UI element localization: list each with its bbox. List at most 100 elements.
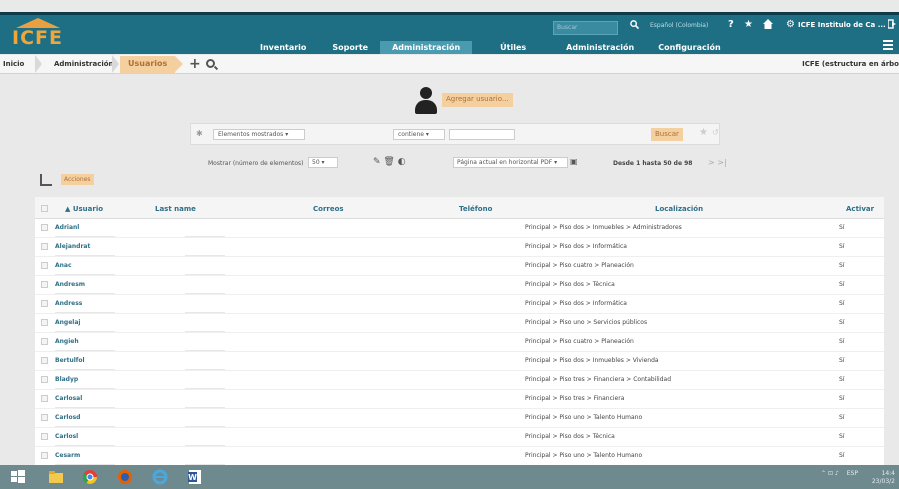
- search-icon[interactable]: [206, 59, 215, 68]
- nav-inventario[interactable]: Inventario: [248, 41, 318, 54]
- star-icon[interactable]: ★: [744, 19, 753, 31]
- top-bar: ICFE Buscar Español (Colombia) ? ★ ⚙ ICF…: [0, 12, 899, 54]
- nav-soporte[interactable]: Soporte: [318, 41, 380, 54]
- language-indicator[interactable]: ESP: [847, 470, 858, 477]
- operator-select[interactable]: contiene ▾: [393, 129, 445, 140]
- export-select[interactable]: Página actual en horizontal PDF ▾: [453, 157, 568, 168]
- logout-icon[interactable]: [887, 19, 897, 33]
- cell-usuario[interactable]: Carlosal: [55, 395, 82, 402]
- row-checkbox[interactable]: [41, 376, 48, 383]
- search-button[interactable]: Buscar: [651, 128, 683, 141]
- firefox-icon[interactable]: [117, 469, 133, 485]
- logo-text: ICFE: [12, 27, 63, 49]
- cell-usuario[interactable]: Alejandrat: [55, 243, 90, 250]
- col-localizacion[interactable]: Localización: [655, 205, 703, 213]
- table-row[interactable]: Carlosd Principal > Piso uno > Talento Hu…: [35, 409, 884, 428]
- volume-icon[interactable]: ♪: [835, 470, 839, 477]
- search-input[interactable]: Buscar: [553, 21, 618, 35]
- row-checkbox[interactable]: [41, 224, 48, 231]
- breadcrumb-administracion[interactable]: Administración: [54, 60, 114, 68]
- breadcrumb-inicio[interactable]: Inicio: [3, 60, 24, 68]
- per-page-select[interactable]: 50 ▾: [308, 157, 338, 168]
- language-selector[interactable]: Español (Colombia): [650, 22, 708, 29]
- row-checkbox[interactable]: [41, 452, 48, 459]
- search-icon[interactable]: [630, 20, 640, 33]
- filter-options-icon[interactable]: ✱: [196, 129, 203, 138]
- field-select[interactable]: Elementos mostrados ▾: [213, 129, 305, 140]
- cell-usuario[interactable]: Angelaj: [55, 319, 80, 326]
- col-last-name[interactable]: Last name: [155, 205, 196, 213]
- table-row[interactable]: Bertulfol Principal > Piso dos > Inmueble…: [35, 352, 884, 371]
- table-row[interactable]: Andress Principal > Piso dos > Informátic…: [35, 295, 884, 314]
- nav-utiles[interactable]: Útiles: [472, 41, 554, 54]
- table-row[interactable]: Andresm Principal > Piso dos > Técnica Sí: [35, 276, 884, 295]
- user-link[interactable]: ICFE Institulo de Ca ...: [798, 21, 886, 29]
- clock[interactable]: 14:4 23/03/2: [872, 470, 895, 486]
- row-checkbox[interactable]: [41, 414, 48, 421]
- row-checkbox[interactable]: [41, 395, 48, 402]
- row-checkbox[interactable]: [41, 281, 48, 288]
- cell-usuario[interactable]: Angieh: [55, 338, 79, 345]
- table-row[interactable]: Anac Principal > Piso cuatro > Planeación…: [35, 257, 884, 276]
- row-checkbox[interactable]: [41, 243, 48, 250]
- row-checkbox[interactable]: [41, 300, 48, 307]
- table-row[interactable]: Cesarm Principal > Piso uno > Talento Hum…: [35, 447, 884, 466]
- cell-usuario[interactable]: Bladyp: [55, 376, 78, 383]
- export-icon[interactable]: ▣: [570, 157, 578, 166]
- table-row[interactable]: Adrianl Principal > Piso dos > Inmuebles …: [35, 219, 884, 238]
- add-user-button[interactable]: Agregar usuario...: [442, 93, 513, 107]
- row-checkbox[interactable]: [41, 433, 48, 440]
- gear-icon[interactable]: ⚙: [786, 19, 795, 31]
- table-row[interactable]: Carlosal Principal > Piso tres > Financie…: [35, 390, 884, 409]
- reset-icon[interactable]: ↺: [712, 128, 719, 137]
- table-row[interactable]: Carlosl Principal > Piso dos > Técnica Sí: [35, 428, 884, 447]
- cell-usuario[interactable]: Cesarm: [55, 452, 80, 459]
- col-usuario[interactable]: ▲ Usuario: [65, 205, 103, 213]
- bookmark-star-icon[interactable]: ★: [699, 127, 708, 138]
- cell-localizacion: Principal > Piso dos > Informática: [525, 300, 627, 307]
- cell-usuario[interactable]: Carlosd: [55, 414, 80, 421]
- cell-divider: [185, 388, 225, 389]
- toggle-icon[interactable]: ◐: [398, 157, 406, 167]
- breadcrumb-usuarios[interactable]: Usuarios: [120, 56, 184, 73]
- row-checkbox[interactable]: [41, 357, 48, 364]
- col-correos[interactable]: Correos: [313, 205, 344, 213]
- cell-usuario[interactable]: Andress: [55, 300, 82, 307]
- actions-button[interactable]: Acciones: [61, 174, 94, 185]
- wrench-icon[interactable]: ✎: [373, 157, 381, 167]
- icfe-logo[interactable]: ICFE: [10, 18, 64, 54]
- cell-usuario[interactable]: Bertulfol: [55, 357, 85, 364]
- select-all-checkbox[interactable]: [41, 205, 48, 212]
- cell-usuario[interactable]: Andresm: [55, 281, 85, 288]
- cell-usuario[interactable]: Adrianl: [55, 224, 79, 231]
- nav-administracion[interactable]: Administración: [380, 41, 473, 54]
- col-activar[interactable]: Activar: [846, 205, 874, 213]
- table-row[interactable]: Bladyp Principal > Piso tres > Financiera…: [35, 371, 884, 390]
- cell-usuario[interactable]: Carlosl: [55, 433, 78, 440]
- windows-start-icon[interactable]: [10, 469, 26, 485]
- nav-administracion-2[interactable]: Administración: [554, 41, 646, 54]
- row-checkbox[interactable]: [41, 338, 48, 345]
- entity-tree-label[interactable]: ICFE (estructura en árbo: [802, 60, 899, 68]
- table-row[interactable]: Angieh Principal > Piso cuatro > Planeaci…: [35, 333, 884, 352]
- network-icon[interactable]: ⊡: [828, 470, 833, 477]
- file-explorer-icon[interactable]: [48, 469, 64, 485]
- add-icon[interactable]: +: [189, 56, 201, 72]
- help-icon[interactable]: ?: [728, 19, 734, 31]
- word-icon[interactable]: W: [187, 469, 203, 485]
- nav-configuracion[interactable]: Configuración: [646, 41, 732, 54]
- row-checkbox[interactable]: [41, 319, 48, 326]
- cell-usuario[interactable]: Anac: [55, 262, 72, 269]
- tray-chevron-icon[interactable]: ⌃: [821, 470, 826, 477]
- menu-icon[interactable]: [883, 40, 893, 50]
- chrome-icon[interactable]: [82, 469, 98, 485]
- table-row[interactable]: Angelaj Principal > Piso uno > Servicios …: [35, 314, 884, 333]
- trash-icon[interactable]: 🗑: [383, 157, 394, 167]
- internet-explorer-icon[interactable]: [152, 469, 168, 485]
- filter-value-input[interactable]: [449, 129, 515, 140]
- home-icon[interactable]: [763, 19, 773, 33]
- table-row[interactable]: Alejandrat Principal > Piso dos > Informá…: [35, 238, 884, 257]
- row-checkbox[interactable]: [41, 262, 48, 269]
- pagination-next[interactable]: > >|: [708, 158, 727, 167]
- col-telefono[interactable]: Teléfono: [459, 205, 492, 213]
